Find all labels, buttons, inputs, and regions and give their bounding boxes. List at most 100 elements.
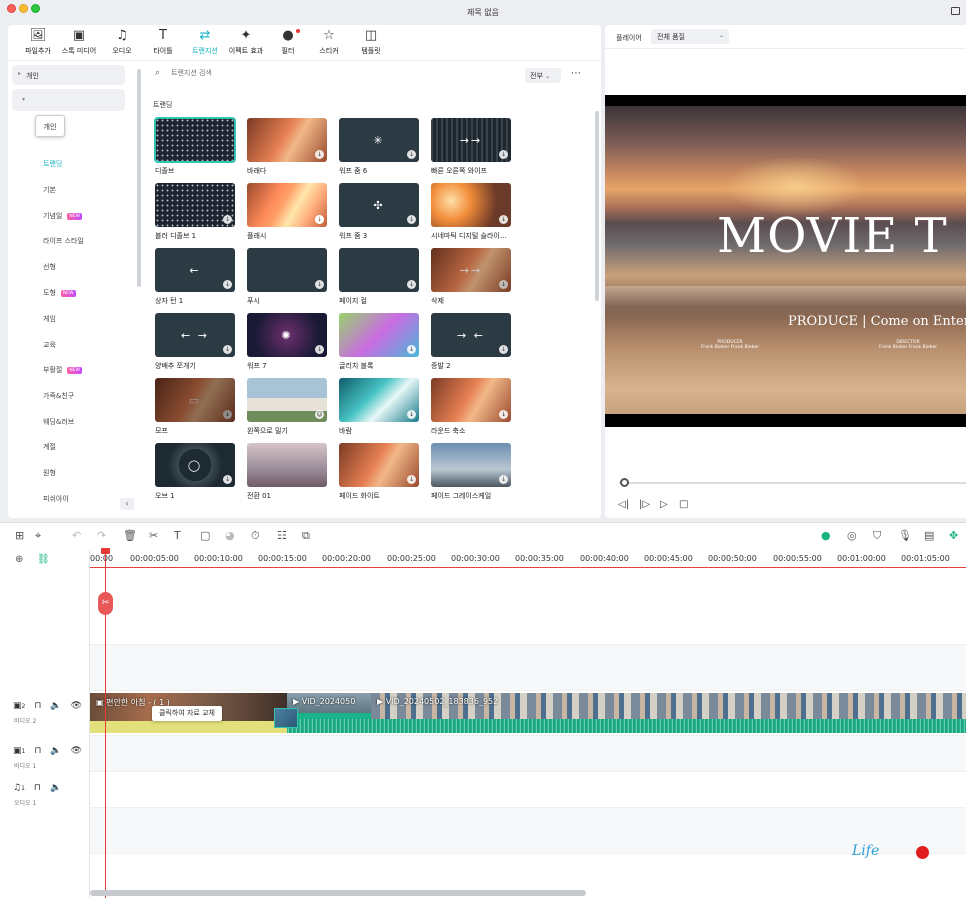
transition-card[interactable]: 디졸브 [154,117,236,176]
prev-frame-icon[interactable]: ◁| [618,499,629,510]
transition-card[interactable]: ✺ ↓ 워프 7 [247,313,327,371]
sidebar-group-expanded[interactable]: ▾ [12,89,125,111]
sidebar-item-anniversary[interactable]: 기념일 NEW [43,211,82,223]
adjust-icon[interactable]: ☷ [277,530,287,542]
transition-card[interactable]: ◯ ↓ 오브 1 [155,443,235,501]
timeline-clip[interactable]: ▶ VID_2024050 [287,693,371,733]
track-lane-audio-1[interactable] [90,772,966,808]
transition-card[interactable]: ↓ 플래시 [247,183,327,241]
microphone-icon[interactable]: 🎙 [898,530,912,542]
track-lane-video-1[interactable] [90,736,966,772]
sidebar-item-linear[interactable]: 선형 [43,262,56,274]
sidebar-item-season[interactable]: 계절 [43,442,56,454]
timeline-clip[interactable]: ▶ VID_20240502_183836_952 [371,693,966,733]
clip-audio-strip [90,721,287,733]
more-options-icon[interactable]: ⋯ [571,68,581,79]
color-icon[interactable]: ◕ [225,530,235,542]
sidebar-item-fisheye[interactable]: 피쉬아이 [43,494,69,506]
marker-icon[interactable]: ⛉ [873,530,881,542]
transition-thumbnail: ← ↓ [155,248,235,292]
sidebar-item-personal[interactable]: ▸ 개인 [12,65,125,85]
play-icon[interactable]: ▷ [660,499,668,510]
sidebar-item-wedding[interactable]: 웨딩&러브 [43,417,74,429]
transition-card[interactable]: ✣ ↓ 워프 줌 3 [339,183,419,241]
split-scissors-icon[interactable]: ✂ [98,592,113,615]
transition-card[interactable]: 전환 01 [247,443,327,501]
transition-card[interactable]: ↓ 페이지 컬 [339,248,419,306]
search-input[interactable] [171,69,471,77]
link-icon[interactable]: ⛓ [37,554,50,566]
crop-icon[interactable]: ▢ [200,530,210,542]
sidebar-item-lifestyle[interactable]: 라이프 스타일 [43,236,84,248]
snapshot-icon[interactable]: ◎ [847,530,857,542]
transition-card[interactable]: ↓ 바래다 [247,118,327,176]
transition-card[interactable]: ↓ 페이드 화이트 [339,443,419,501]
transition-card[interactable]: ↓ 푸시 [247,248,327,306]
playhead-handle[interactable] [101,548,110,554]
filter-dropdown[interactable]: 전부 ⌄ [525,68,561,83]
video-viewport[interactable]: MOVIE T PRODUCE | Come on Entert PRODUCE… [605,95,966,427]
sidebar-item-shape[interactable]: 도형 NEW [43,288,76,300]
lock-icon: ⊓ [34,701,42,711]
tool-titles[interactable]: T 타이틀 [151,29,175,59]
track-lane-empty[interactable] [90,808,966,854]
track-lane-empty[interactable] [90,645,966,691]
delete-icon[interactable]: 🗑 [123,530,137,542]
transition-marker[interactable] [274,708,298,728]
add-track-icon[interactable]: ⊕ [15,554,23,566]
sidebar-item-circle[interactable]: 원형 [43,468,56,480]
transition-card[interactable]: ▭ ↓ 모프 [155,378,235,436]
download-icon: ↓ [407,215,416,224]
sidebar-item-easter[interactable]: 부활절 NEW [43,365,82,377]
cut-icon[interactable]: ✂ [149,530,158,542]
snap-icon[interactable]: ✥ [949,530,958,542]
sidebar-item-game[interactable]: 게임 [43,314,56,326]
scrubber-handle[interactable] [620,478,629,487]
next-frame-icon[interactable]: |▷ [639,499,650,510]
undo-icon[interactable]: ↶ [72,530,81,542]
audio-detach-icon[interactable]: ⧉ [302,530,310,542]
track-lane-empty[interactable] [90,569,966,645]
tool-templates[interactable]: ◫ 템플릿 [359,29,383,59]
stop-icon[interactable]: □ [679,499,688,510]
timeline-scrollbar[interactable] [90,890,586,896]
transition-card[interactable]: ↓ 시네마틱 디지털 슬라이… [431,183,511,241]
layout-icon[interactable]: ⊞ [15,530,24,542]
select-tool-icon[interactable]: ⌖ [35,530,41,542]
playback-scrubber[interactable] [619,482,966,484]
sidebar-scrollbar[interactable] [137,69,141,287]
transition-card[interactable]: ← → ↓ 양배추 쪼개기 [155,313,235,371]
transition-card[interactable]: ☺ 왼쪽으로 밀기 [247,378,327,436]
tool-stickers[interactable]: ☆ 스티커 [317,29,341,59]
tool-effects[interactable]: ✦ 이펙트 효과 [228,29,264,59]
text-tool-icon[interactable]: T [174,530,181,542]
transition-card[interactable]: ↓ 라운드 축소 [431,378,511,436]
sidebar-item-trending[interactable]: 트랜딩 [43,159,62,171]
layout-toggle-icon[interactable] [951,7,960,15]
transition-card[interactable]: → ← ↓ 증발 2 [431,313,511,371]
tool-stock-media[interactable]: ▣ 스톡 미디어 [60,29,98,59]
transition-card[interactable]: ✳ ↓ 워프 줌 6 [339,118,419,176]
transition-card[interactable]: ↓ 바람 [339,378,419,436]
sidebar-item-education[interactable]: 교육 [43,340,56,352]
transition-card[interactable]: →→ ↓ 삭제 [431,248,511,306]
quality-dropdown[interactable]: 전체 품질 ⌄ [651,29,729,44]
transition-card[interactable]: ↓ 블러 디졸브 1 [155,183,235,241]
sidebar-item-family[interactable]: 가족&친구 [43,391,74,403]
tool-audio[interactable]: ♫ 오디오 [110,29,134,59]
tool-filters[interactable]: ● 필터 [279,29,300,59]
transition-card[interactable]: →→ ↓ 빠른 오른쪽 와이프 [431,118,511,176]
tool-transitions[interactable]: ⇄ 트랜지션 [191,29,219,64]
transition-card[interactable]: ← ↓ 상자 턴 1 [155,248,235,306]
redo-icon[interactable]: ↷ [97,530,106,542]
sidebar-item-basic[interactable]: 기본 [43,185,56,197]
audio-mixer-icon[interactable]: ▤ [924,530,934,542]
transition-card[interactable]: ↓ 페이드 그레이스케일 [431,443,511,501]
speed-icon[interactable]: ⏱ [251,530,260,542]
content-scrollbar[interactable] [595,111,599,301]
transition-card[interactable]: ↓ 글리치 블록 [339,313,419,371]
time-ruler[interactable]: 00:00 00:00:05:00 00:00:10:00 00:00:15:0… [90,550,966,568]
tool-import[interactable]: 🖼 파일추가 [24,29,52,59]
collapse-sidebar-button[interactable]: ‹ [120,498,134,510]
render-icon[interactable]: ● [821,530,831,542]
